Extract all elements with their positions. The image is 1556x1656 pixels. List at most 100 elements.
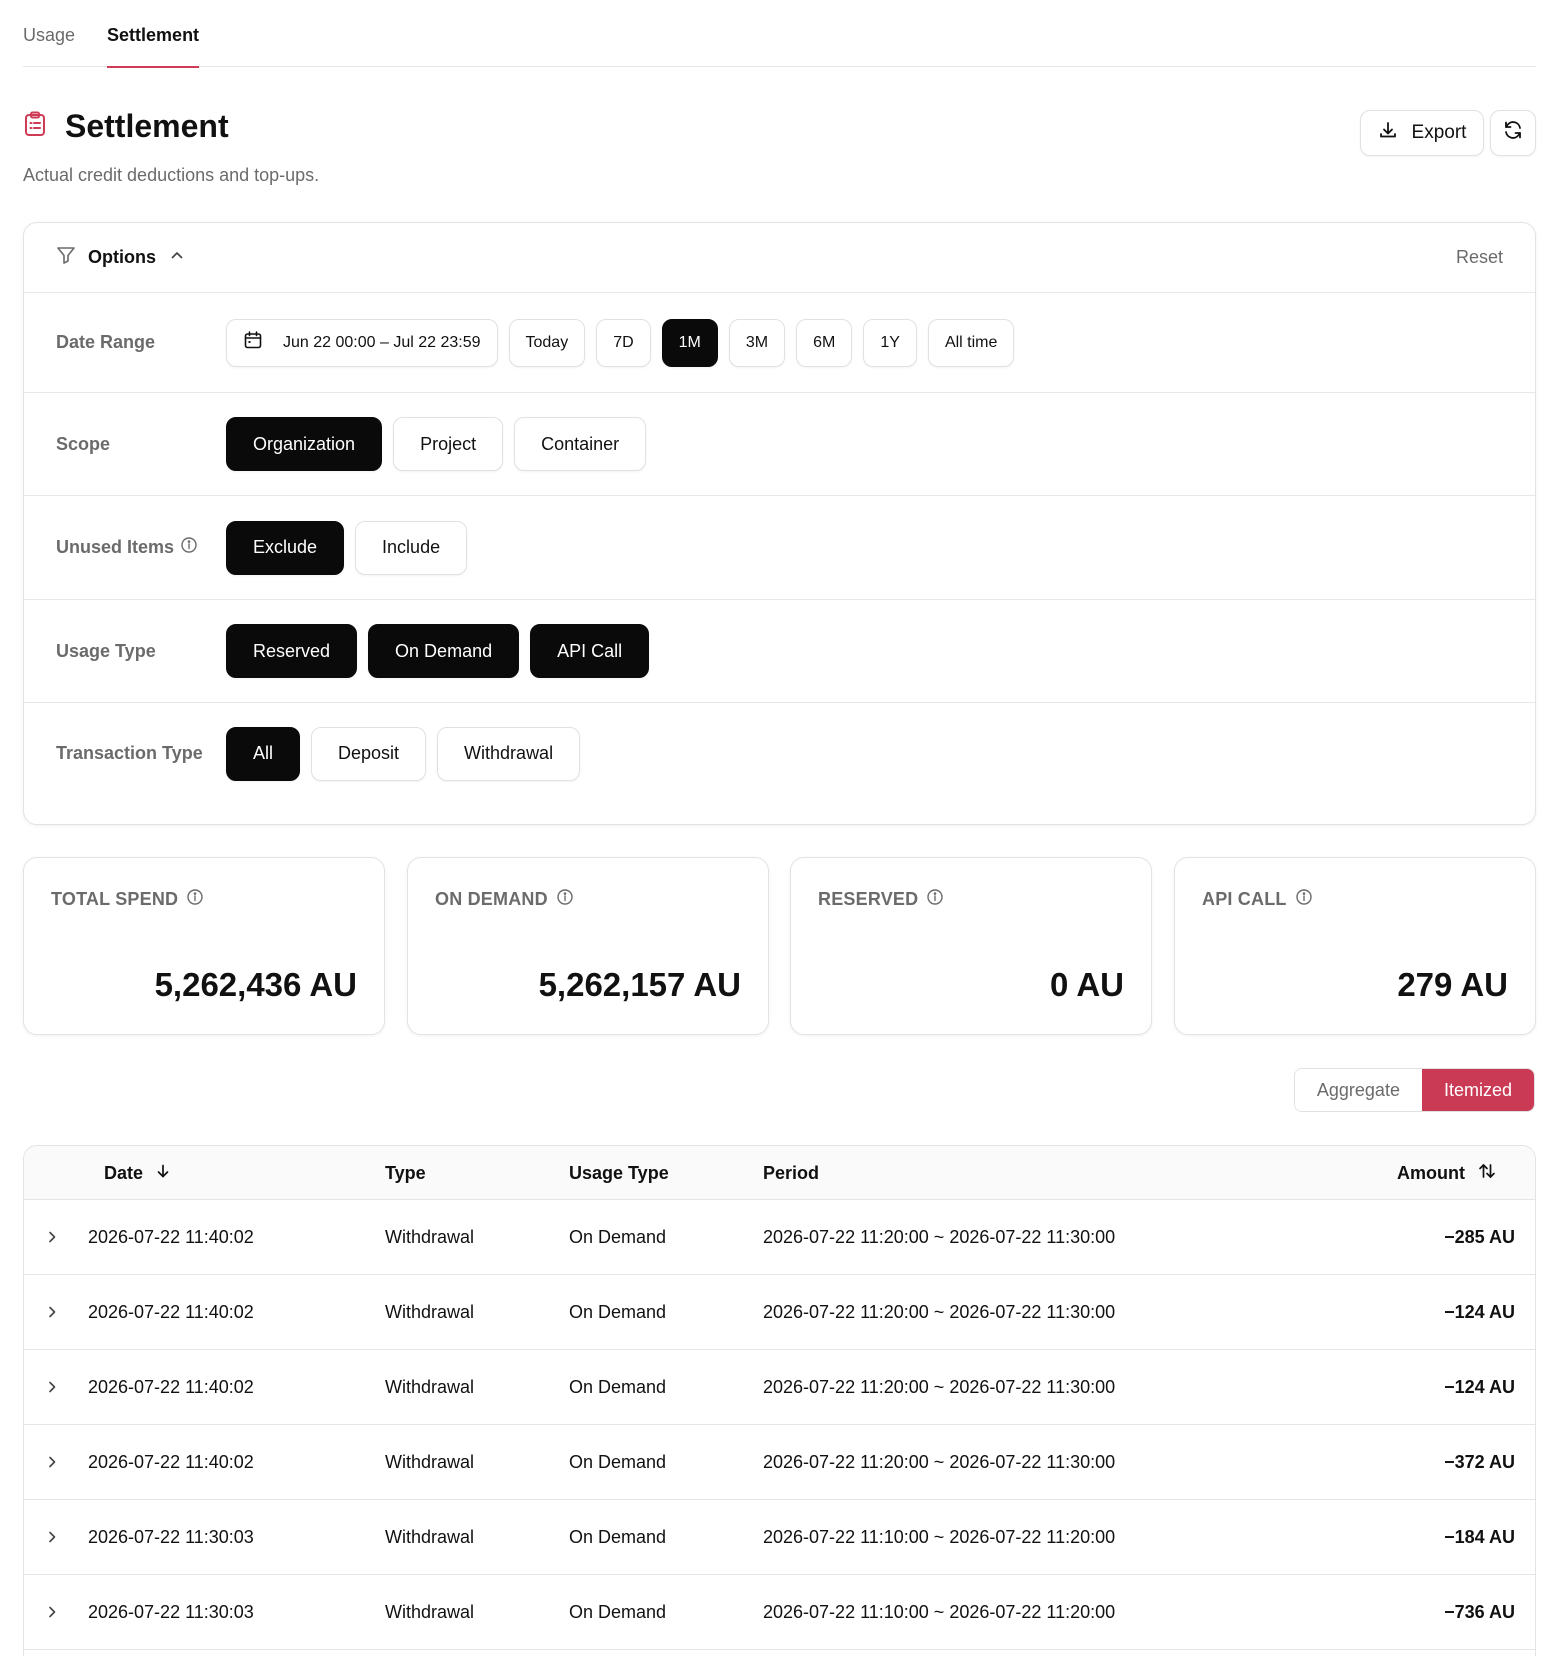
- usage-api-call-button[interactable]: API Call: [530, 624, 650, 678]
- scope-project-button[interactable]: Project: [393, 417, 504, 471]
- preset-1y[interactable]: 1Y: [863, 318, 917, 367]
- cell-type: Withdrawal: [385, 1301, 475, 1322]
- transaction-type-controls: All Deposit Withdrawal: [226, 726, 581, 781]
- export-button[interactable]: Export: [1360, 110, 1484, 156]
- info-icon[interactable]: [180, 536, 198, 559]
- aggregate-toggle[interactable]: Aggregate: [1294, 1069, 1422, 1111]
- cell-period: 2026-07-22 11:20:00 ~ 2026-07-22 11:30:0…: [763, 1301, 1116, 1322]
- usage-reserved-button[interactable]: Reserved: [226, 624, 358, 678]
- usage-type-row: Usage Type Reserved On Demand API Call: [24, 600, 1535, 703]
- stat-label-wrap: RESERVED: [818, 888, 944, 911]
- stat-label-wrap: ON DEMAND: [435, 888, 574, 911]
- date-range-picker[interactable]: Jun 22 00:00 – Jul 22 23:59: [226, 318, 498, 367]
- cell-type: Withdrawal: [385, 1601, 475, 1622]
- scope-row: Scope Organization Project Container: [24, 393, 1535, 496]
- date-range-label: Date Range: [56, 332, 156, 352]
- cell-type: Withdrawal: [385, 1526, 475, 1547]
- unused-items-label-wrap: Unused Items: [56, 536, 226, 559]
- info-icon[interactable]: [926, 888, 944, 911]
- column-header-date[interactable]: Date: [104, 1146, 171, 1200]
- date-range-value: Jun 22 00:00 – Jul 22 23:59: [283, 333, 481, 351]
- info-icon[interactable]: [186, 888, 204, 911]
- download-icon: [1378, 120, 1398, 146]
- table-row[interactable]: 2026-07-22 11:40:02 Withdrawal On Demand…: [24, 1425, 1535, 1500]
- preset-3m[interactable]: 3M: [728, 318, 786, 367]
- preset-today[interactable]: Today: [508, 318, 586, 367]
- scope-organization-button[interactable]: Organization: [226, 417, 383, 471]
- stat-label: TOTAL SPEND: [51, 889, 179, 909]
- table-header: Date Type Usage Type Period Amount: [24, 1146, 1535, 1200]
- cell-date: 2026-07-22 11:40:02: [88, 1376, 254, 1397]
- stat-label: RESERVED: [818, 889, 919, 909]
- chevron-right-icon[interactable]: [40, 1500, 64, 1574]
- stat-card-reserved: RESERVED 0 AU: [790, 857, 1152, 1035]
- header-actions: Export: [1360, 110, 1536, 156]
- unused-items-row: Unused Items Exclude Include: [24, 496, 1535, 600]
- chevron-right-icon[interactable]: [40, 1200, 64, 1274]
- stat-label-wrap: TOTAL SPEND: [51, 888, 204, 911]
- cell-usage-type: On Demand: [569, 1601, 667, 1622]
- stat-value: 5,262,436 AU: [154, 966, 357, 1003]
- column-header-type: Type: [385, 1162, 426, 1183]
- info-icon[interactable]: [556, 888, 574, 911]
- reset-button[interactable]: Reset: [1456, 247, 1503, 268]
- chevron-up-icon[interactable]: [170, 248, 184, 267]
- chevron-right-icon[interactable]: [40, 1275, 64, 1349]
- scope-label: Scope: [56, 433, 111, 454]
- tab-settlement[interactable]: Settlement: [107, 0, 200, 68]
- calendar-icon: [243, 330, 263, 355]
- transaction-withdrawal-button[interactable]: Withdrawal: [437, 726, 581, 781]
- cell-period: 2026-07-22 11:20:00 ~ 2026-07-22 11:30:0…: [763, 1376, 1116, 1397]
- cell-usage-type: On Demand: [569, 1226, 667, 1247]
- column-header-amount[interactable]: Amount: [1397, 1146, 1497, 1200]
- transaction-type-label: Transaction Type: [56, 743, 203, 763]
- refresh-icon: [1502, 119, 1524, 147]
- arrow-down-icon: [155, 1163, 171, 1184]
- preset-all-time[interactable]: All time: [927, 318, 1015, 367]
- cell-amount: −736 AU: [1444, 1601, 1515, 1622]
- cell-usage-type: On Demand: [569, 1451, 667, 1472]
- stat-label: ON DEMAND: [435, 889, 548, 909]
- preset-1m[interactable]: 1M: [661, 318, 718, 367]
- table-row[interactable]: 2026-07-22 11:30:03 Withdrawal On Demand…: [24, 1500, 1535, 1575]
- preset-7d[interactable]: 7D: [596, 318, 651, 367]
- tab-usage[interactable]: Usage: [23, 0, 75, 67]
- transaction-all-button[interactable]: All: [226, 726, 301, 781]
- unused-exclude-button[interactable]: Exclude: [226, 520, 345, 575]
- refresh-button[interactable]: [1490, 110, 1536, 156]
- unused-include-button[interactable]: Include: [355, 520, 468, 575]
- cell-type: Withdrawal: [385, 1376, 475, 1397]
- page-header: Settlement: [23, 108, 229, 145]
- table-row[interactable]: 2026-07-22 11:30:03 Withdrawal On Demand…: [24, 1575, 1535, 1650]
- column-header-usage-type: Usage Type: [569, 1162, 669, 1183]
- options-header[interactable]: Options Reset: [24, 223, 1535, 293]
- chevron-right-icon[interactable]: [40, 1350, 64, 1424]
- unused-items-label: Unused Items: [56, 537, 175, 557]
- table-row[interactable]: 2026-07-22 11:40:02 Withdrawal On Demand…: [24, 1275, 1535, 1350]
- transaction-deposit-button[interactable]: Deposit: [311, 726, 427, 781]
- info-icon[interactable]: [1295, 888, 1313, 911]
- usage-on-demand-button[interactable]: On Demand: [368, 624, 520, 678]
- chevron-right-icon[interactable]: [40, 1425, 64, 1499]
- column-header-period: Period: [763, 1162, 820, 1183]
- cell-date: 2026-07-22 11:40:02: [88, 1226, 254, 1247]
- cell-amount: −372 AU: [1444, 1451, 1515, 1472]
- table-row[interactable]: 2026-07-22 11:40:02 Withdrawal On Demand…: [24, 1200, 1535, 1275]
- stat-label-wrap: API CALL: [1202, 888, 1313, 911]
- usage-type-controls: Reserved On Demand API Call: [226, 624, 650, 678]
- table-row[interactable]: 2026-07-22 11:40:02 Withdrawal On Demand…: [24, 1350, 1535, 1425]
- cell-period: 2026-07-22 11:20:00 ~ 2026-07-22 11:30:0…: [763, 1451, 1116, 1472]
- export-label: Export: [1411, 122, 1467, 143]
- cell-period: 2026-07-22 11:10:00 ~ 2026-07-22 11:20:0…: [763, 1526, 1116, 1547]
- chevron-right-icon[interactable]: [40, 1575, 64, 1649]
- date-range-row: Date Range Jun 22 00:00 – Jul 22 23:59 T…: [24, 293, 1535, 393]
- options-title: Options: [88, 247, 156, 267]
- preset-6m[interactable]: 6M: [796, 318, 853, 367]
- itemized-toggle[interactable]: Itemized: [1421, 1069, 1534, 1111]
- stat-value: 0 AU: [1050, 966, 1124, 1003]
- scope-controls: Organization Project Container: [226, 417, 647, 471]
- column-label: Amount: [1397, 1162, 1465, 1183]
- scope-container-button[interactable]: Container: [514, 417, 647, 471]
- sort-arrows-icon: [1477, 1161, 1497, 1186]
- stat-value: 279 AU: [1397, 966, 1508, 1003]
